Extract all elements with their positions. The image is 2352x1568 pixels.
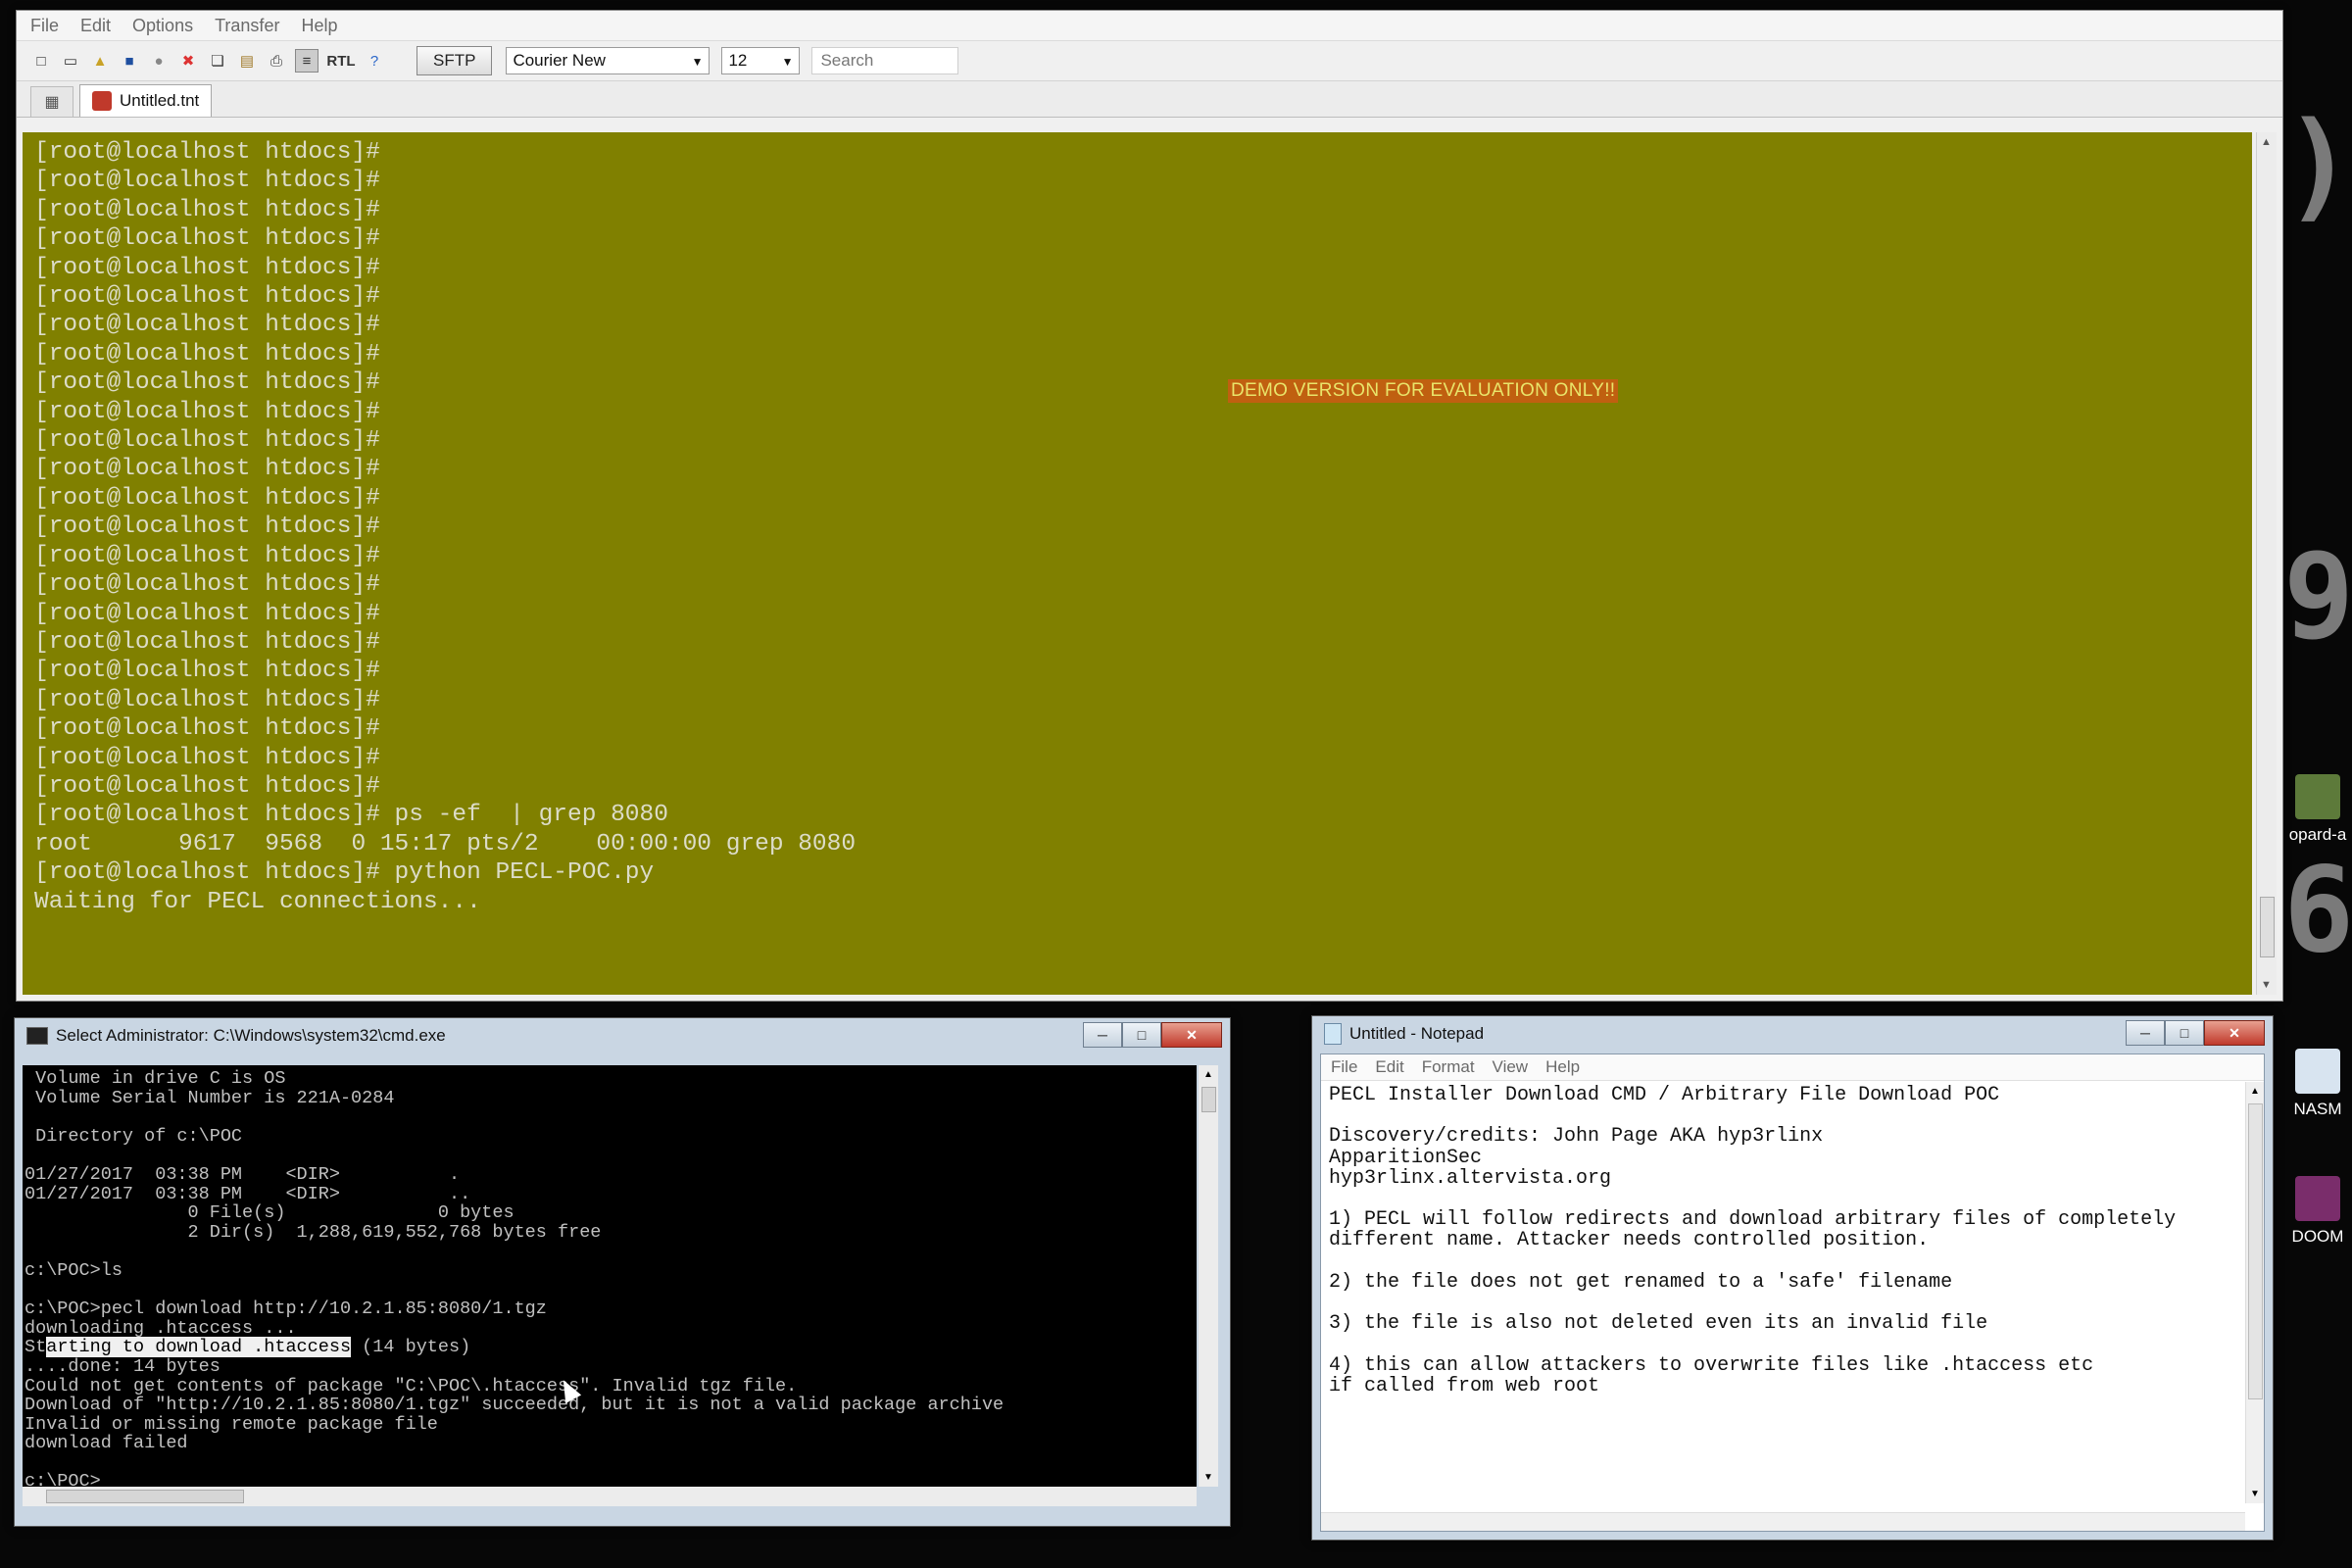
search-input[interactable]: Search [811,47,959,74]
tab-grid-icon[interactable]: ▦ [30,86,74,117]
menu-edit[interactable]: Edit [1375,1057,1403,1077]
editor-menubar: File Edit Options Transfer Help [17,11,2282,41]
terminal-output[interactable]: [root@localhost htdocs]# [root@localhost… [23,132,2252,995]
desktop-icon-opard[interactable]: opard-a [2283,774,2352,845]
image-file-icon [2295,774,2340,819]
connect-icon[interactable]: ● [148,50,170,72]
menu-view[interactable]: View [1493,1057,1529,1077]
chevron-down-icon: ▼ [691,55,704,69]
new-file-icon[interactable]: □ [30,50,52,72]
notepad-client: File Edit Format View Help PECL Installe… [1320,1054,2265,1532]
scroll-up-icon[interactable]: ▲ [1203,1069,1213,1080]
cmd-output-before: Volume in drive C is OS Volume Serial Nu… [24,1068,602,1339]
cmd-app-icon [26,1027,48,1045]
cmd-highlight-suffix: (14 bytes) [351,1337,471,1358]
notepad-caption-buttons: ─ □ ✕ [2126,1020,2265,1046]
close-button[interactable]: ✕ [1161,1022,1222,1048]
menu-options[interactable]: Options [132,16,193,36]
desktop-icon-label: DOOM [2291,1227,2344,1246]
scroll-up-icon[interactable]: ▲ [2250,1086,2260,1097]
editor-tabbar: ▦ Untitled.tnt [17,81,2282,118]
maximize-button[interactable]: □ [1122,1022,1161,1048]
cmd-title: Select Administrator: C:\Windows\system3… [56,1026,446,1045]
scrollbar-thumb[interactable] [2260,897,2275,957]
font-size-select[interactable]: 12 ▼ [721,47,801,74]
chevron-down-icon: ▼ [781,55,794,69]
minimize-button[interactable]: ─ [1083,1022,1122,1048]
paste-icon[interactable]: ▤ [236,50,258,72]
cmd-selection[interactable]: arting to download .htaccess [46,1337,352,1358]
align-text-icon[interactable]: ≡ [295,49,318,73]
terminal-text: [root@localhost htdocs]# [root@localhost… [34,139,857,915]
cmd-highlight-prefix: St [24,1337,47,1358]
desktop-icon-label: opard-a [2288,825,2347,844]
cmd-titlebar[interactable]: Select Administrator: C:\Windows\system3… [15,1018,1230,1054]
terminal-file-icon [92,91,112,111]
save-icon[interactable]: ■ [119,50,140,72]
scroll-down-icon[interactable]: ▼ [2250,1489,2260,1499]
disconnect-icon[interactable]: ✖ [177,50,199,72]
new-window-icon[interactable]: ▭ [60,50,81,72]
menu-help[interactable]: Help [301,16,337,36]
notepad-menubar: File Edit Format View Help [1321,1054,2264,1081]
cmd-text: Volume in drive C is OS Volume Serial Nu… [23,1065,1197,1487]
print-icon[interactable]: ⎙ [266,50,287,72]
rtl-button[interactable]: RTL [326,50,356,72]
scroll-up-icon[interactable]: ▲ [2261,136,2272,148]
copy-icon[interactable]: ❏ [207,50,228,72]
notepad-text-area[interactable]: PECL Installer Download CMD / Arbitrary … [1321,1081,2264,1396]
notepad-title: Untitled - Notepad [1349,1024,1485,1043]
terminal-editor-window: File Edit Options Transfer Help □ ▭ ▲ ■ … [16,10,2283,1002]
notepad-window: Untitled - Notepad ─ □ ✕ File Edit Forma… [1311,1015,2274,1541]
notepad-app-icon [1324,1023,1342,1045]
desktop-icon-label: NASM [2293,1100,2342,1118]
scrollbar-thumb[interactable] [46,1490,244,1503]
menu-help[interactable]: Help [1545,1057,1580,1077]
desktop-icon-nasm[interactable]: NASM [2283,1049,2352,1119]
menu-format[interactable]: Format [1422,1057,1475,1077]
close-button[interactable]: ✕ [2204,1020,2265,1046]
editor-toolbar: □ ▭ ▲ ■ ● ✖ ❏ ▤ ⎙ ≡ RTL ? SFTP Courier N… [17,41,2282,81]
terminal-scrollbar[interactable]: ▲ ▼ [2256,132,2277,995]
cmd-horizontal-scrollbar[interactable] [23,1487,1197,1506]
menu-file[interactable]: File [1331,1057,1357,1077]
cmd-output-after: ....done: 14 bytes Could not get content… [24,1355,1004,1487]
font-name-value: Courier New [513,51,606,70]
tab-label: Untitled.tnt [120,91,200,110]
cmd-console[interactable]: Volume in drive C is OS Volume Serial Nu… [23,1065,1197,1487]
menu-file[interactable]: File [30,16,59,36]
tab-untitled[interactable]: Untitled.tnt [79,84,213,117]
font-name-select[interactable]: Courier New ▼ [506,47,710,74]
help-icon[interactable]: ? [364,50,385,72]
demo-version-banner: DEMO VERSION FOR EVALUATION ONLY!! [1228,379,1619,403]
maximize-button[interactable]: □ [2165,1020,2204,1046]
scrollbar-thumb[interactable] [2248,1103,2263,1399]
font-size-value: 12 [728,51,748,70]
notepad-titlebar[interactable]: Untitled - Notepad ─ □ ✕ [1312,1016,2273,1052]
minimize-button[interactable]: ─ [2126,1020,2165,1046]
installer-icon [2295,1049,2340,1094]
notepad-scrollbar[interactable]: ▲ ▼ [2245,1082,2264,1503]
notepad-horizontal-scrollbar[interactable] [1321,1512,2245,1531]
cmd-caption-buttons: ─ □ ✕ [1083,1022,1222,1048]
desktop-background-text: 9 [2283,529,2352,665]
scroll-down-icon[interactable]: ▼ [1203,1472,1213,1483]
cmd-scrollbar[interactable]: ▲ ▼ [1199,1065,1218,1487]
desktop-background-text: ) [2283,98,2352,234]
sftp-button[interactable]: SFTP [416,46,493,75]
menu-edit[interactable]: Edit [80,16,111,36]
archive-icon [2295,1176,2340,1221]
scrollbar-thumb[interactable] [1201,1087,1216,1112]
open-folder-icon[interactable]: ▲ [89,50,111,72]
desktop-icon-doom[interactable]: DOOM [2283,1176,2352,1247]
scroll-down-icon[interactable]: ▼ [2261,979,2272,991]
desktop-background-text: 6 [2283,843,2352,979]
menu-transfer[interactable]: Transfer [215,16,279,36]
cmd-window: Select Administrator: C:\Windows\system3… [14,1017,1231,1527]
